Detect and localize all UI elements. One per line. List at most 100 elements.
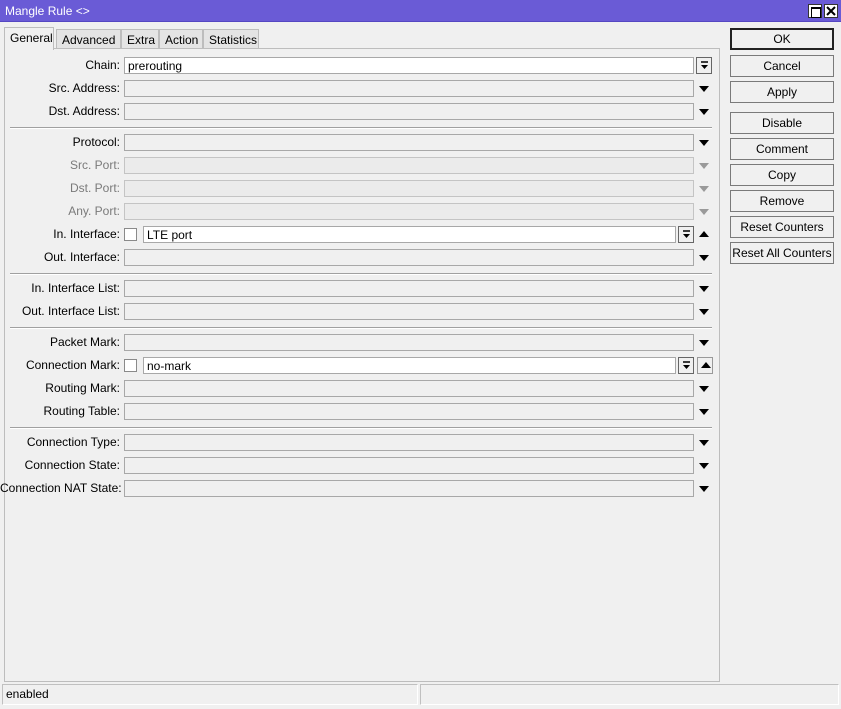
connection-state-row: Connection State: <box>0 457 120 474</box>
dst-port-row: Dst. Port: <box>0 180 120 197</box>
tab-action[interactable]: Action <box>159 29 203 50</box>
tab-general[interactable]: General <box>4 27 54 50</box>
connection-nat-state-dropdown-icon[interactable] <box>699 486 709 492</box>
dst-address-label: Dst. Address: <box>48 104 120 118</box>
dst-port-field <box>124 180 694 197</box>
in-interface-list-field[interactable] <box>124 280 694 297</box>
title-bar: Mangle Rule <> <box>0 0 841 22</box>
any-port-dropdown-icon <box>699 209 709 215</box>
in-interface-list-dropdown-icon[interactable] <box>699 286 709 292</box>
reset-all-counters-button[interactable]: Reset All Counters <box>730 242 834 264</box>
src-port-row: Src. Port: <box>0 157 120 174</box>
separator <box>10 327 712 329</box>
out-interface-field[interactable] <box>124 249 694 266</box>
src-port-label: Src. Port: <box>69 158 120 172</box>
status-bar: enabled <box>0 684 841 709</box>
close-icon[interactable] <box>824 4 838 18</box>
separator <box>10 427 712 429</box>
routing-table-field[interactable] <box>124 403 694 420</box>
connection-nat-state-row: Connection NAT State: <box>0 480 122 497</box>
status-cell-empty <box>420 684 839 705</box>
src-port-dropdown-icon <box>699 163 709 169</box>
connection-mark-field[interactable]: no-mark <box>143 357 676 374</box>
out-interface-list-field[interactable] <box>124 303 694 320</box>
in-interface-negate-checkbox[interactable] <box>124 228 137 241</box>
window-title: Mangle Rule <> <box>5 4 90 18</box>
dst-port-label: Dst. Port: <box>69 181 120 195</box>
protocol-dropdown-icon[interactable] <box>699 140 709 146</box>
out-interface-list-dropdown-icon[interactable] <box>699 309 709 315</box>
any-port-label: Any. Port: <box>68 204 120 218</box>
chain-field[interactable]: prerouting <box>124 57 694 74</box>
connection-mark-dropdown-button[interactable] <box>678 357 694 374</box>
connection-type-label: Connection Type: <box>26 435 120 449</box>
connection-mark-row: Connection Mark: <box>0 357 120 374</box>
connection-state-field[interactable] <box>124 457 694 474</box>
connection-state-label: Connection State: <box>24 458 120 472</box>
in-interface-field[interactable]: LTE port <box>143 226 676 243</box>
separator <box>10 273 712 275</box>
src-address-dropdown-icon[interactable] <box>699 86 709 92</box>
routing-mark-dropdown-icon[interactable] <box>699 386 709 392</box>
chain-dropdown-button[interactable] <box>696 57 712 74</box>
connection-nat-state-field[interactable] <box>124 480 694 497</box>
maximize-icon[interactable] <box>808 4 822 18</box>
out-interface-list-label: Out. Interface List: <box>21 304 120 318</box>
src-port-field <box>124 157 694 174</box>
connection-nat-state-label: Connection NAT State: <box>0 481 122 495</box>
reset-counters-button[interactable]: Reset Counters <box>730 216 834 238</box>
out-interface-list-row: Out. Interface List: <box>0 303 120 320</box>
separator <box>10 127 712 129</box>
in-interface-row: In. Interface: <box>0 226 120 243</box>
routing-table-row: Routing Table: <box>0 403 121 420</box>
connection-mark-negate-checkbox[interactable] <box>124 359 137 372</box>
in-interface-dropdown-button[interactable] <box>678 226 694 243</box>
dst-address-field[interactable] <box>124 103 694 120</box>
in-interface-list-row: In. Interface List: <box>0 280 120 297</box>
src-address-label: Src. Address: <box>48 81 120 95</box>
connection-mark-collapse-button[interactable] <box>697 357 713 374</box>
tab-statistics[interactable]: Statistics <box>203 29 259 50</box>
comment-button[interactable]: Comment <box>730 138 834 160</box>
connection-type-row: Connection Type: <box>0 434 120 451</box>
copy-button[interactable]: Copy <box>730 164 834 186</box>
any-port-row: Any. Port: <box>0 203 120 220</box>
chain-row: Chain: <box>0 57 120 74</box>
apply-button[interactable]: Apply <box>730 81 834 103</box>
chain-label: Chain: <box>85 58 120 72</box>
routing-mark-row: Routing Mark: <box>0 380 120 397</box>
in-interface-label: In. Interface: <box>53 227 120 241</box>
connection-type-field[interactable] <box>124 434 694 451</box>
out-interface-label: Out. Interface: <box>43 250 120 264</box>
dst-port-dropdown-icon <box>699 186 709 192</box>
out-interface-row: Out. Interface: <box>0 249 120 266</box>
connection-mark-label: Connection Mark: <box>25 358 120 372</box>
in-interface-list-label: In. Interface List: <box>31 281 120 295</box>
tab-extra[interactable]: Extra <box>121 29 159 50</box>
protocol-row: Protocol: <box>0 134 120 151</box>
in-interface-collapse-icon[interactable] <box>699 231 709 237</box>
status-text: enabled <box>2 684 418 705</box>
out-interface-dropdown-icon[interactable] <box>699 255 709 261</box>
routing-mark-field[interactable] <box>124 380 694 397</box>
disable-button[interactable]: Disable <box>730 112 834 134</box>
any-port-field <box>124 203 694 220</box>
tab-advanced[interactable]: Advanced <box>56 29 121 50</box>
cancel-button[interactable]: Cancel <box>730 55 834 77</box>
connection-state-dropdown-icon[interactable] <box>699 463 709 469</box>
routing-table-label: Routing Table: <box>43 404 121 418</box>
src-address-row: Src. Address: <box>0 80 120 97</box>
protocol-label: Protocol: <box>72 135 120 149</box>
routing-table-dropdown-icon[interactable] <box>699 409 709 415</box>
dst-address-dropdown-icon[interactable] <box>699 109 709 115</box>
dst-address-row: Dst. Address: <box>0 103 120 120</box>
protocol-field[interactable] <box>124 134 694 151</box>
src-address-field[interactable] <box>124 80 694 97</box>
packet-mark-dropdown-icon[interactable] <box>699 340 709 346</box>
routing-mark-label: Routing Mark: <box>45 381 120 395</box>
ok-button[interactable]: OK <box>730 28 834 50</box>
connection-type-dropdown-icon[interactable] <box>699 440 709 446</box>
remove-button[interactable]: Remove <box>730 190 834 212</box>
packet-mark-label: Packet Mark: <box>49 335 120 349</box>
packet-mark-field[interactable] <box>124 334 694 351</box>
